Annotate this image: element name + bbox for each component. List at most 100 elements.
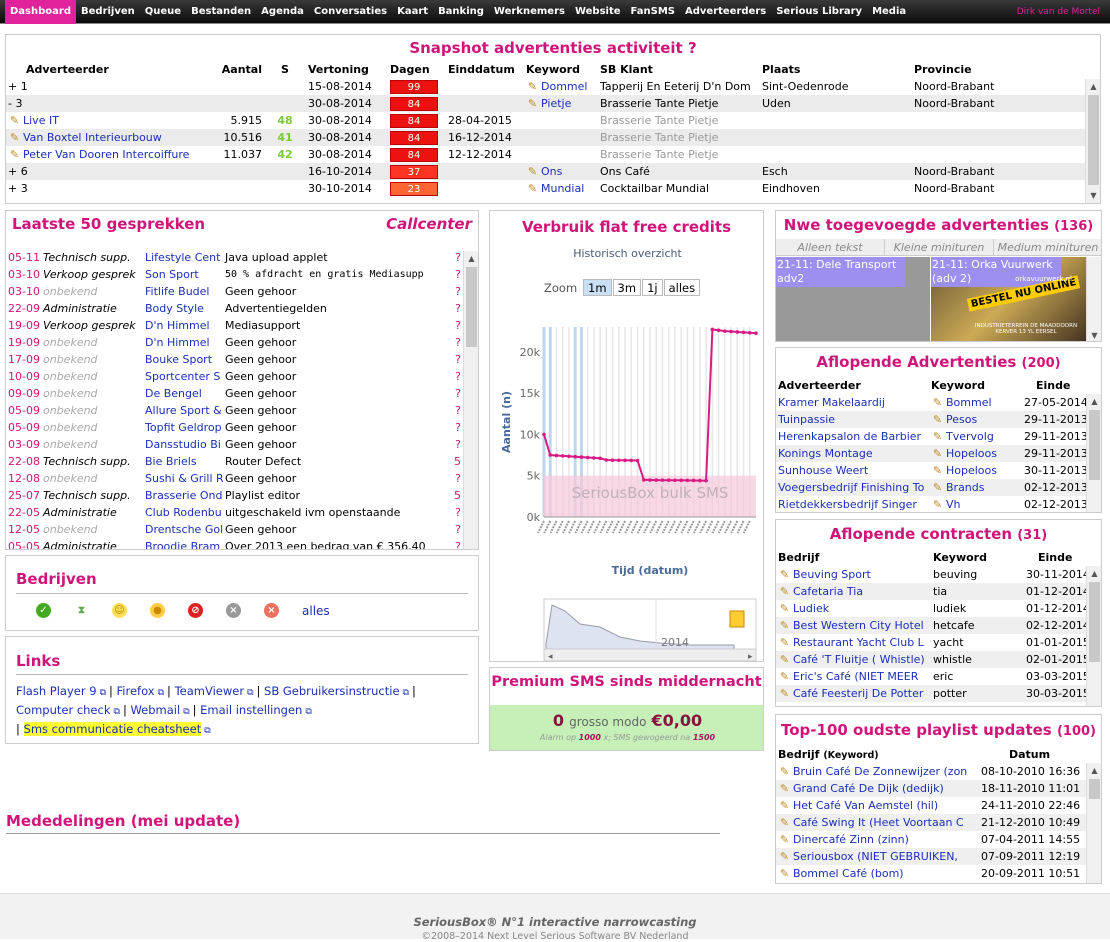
edit-pencil-icon[interactable]: ✎ xyxy=(8,132,21,144)
edit-pencil-icon[interactable]: ✎ xyxy=(931,431,944,443)
link-firefox[interactable]: Firefox xyxy=(117,684,155,698)
company-link[interactable]: Seriousbox (NIET GEBRUIKEN, xyxy=(793,850,958,863)
link-computer-check[interactable]: Computer check xyxy=(16,703,111,717)
table-row[interactable]: ✎ Beuving Sport beuving 30-11-2014 xyxy=(776,566,1088,583)
gesprek-status[interactable]: ? xyxy=(451,521,463,538)
keyword-link[interactable]: Pietje xyxy=(541,97,571,110)
table-row[interactable]: ✎ Ludiek ludiek 01-12-2014 xyxy=(776,600,1088,617)
gesprek-status[interactable]: ? xyxy=(451,249,463,266)
company-link[interactable]: Eric's Café (NIET MEER xyxy=(793,670,918,683)
scroll-up-icon[interactable]: ▲ xyxy=(1087,394,1101,409)
table-row[interactable]: ✎ Eric's Café (NIET MEER eric 03-03-2015 xyxy=(776,668,1088,685)
company-link[interactable]: Bommel Café (bom) xyxy=(793,867,904,880)
company-link[interactable]: Restaurant Yacht Club L xyxy=(793,636,924,649)
edit-pencil-icon[interactable]: ✎ xyxy=(8,115,21,127)
company-link[interactable]: Tuinpassie xyxy=(778,413,835,426)
table-row[interactable]: ✎ Bommel Café (bom) 20-09-2011 10:51 xyxy=(776,865,1088,882)
nav-item-kaart[interactable]: Kaart xyxy=(392,0,433,24)
scroll-down-icon[interactable]: ▼ xyxy=(1087,328,1101,341)
snapshot-row[interactable]: + 6 16-10-2014 37 ✎ Ons Ons Café Esch Noord-Bra… xyxy=(6,163,1086,180)
gesprek-bedrijf-link[interactable]: Sushi & Grill R xyxy=(143,470,223,487)
table-row[interactable]: ✎ Dinercafé Zinn (zinn) 07-04-2011 14:55 xyxy=(776,831,1088,848)
edit-pencil-icon[interactable]: ✎ xyxy=(778,569,791,581)
edit-pencil-icon[interactable]: ✎ xyxy=(778,766,791,778)
gesprek-bedrijf-link[interactable]: Bie Briels xyxy=(143,453,223,470)
table-row[interactable]: ✎ Café 'T Fluitje ( Whistle) whistle 02-01-… xyxy=(776,651,1088,668)
keyword-link[interactable]: Hopeloos xyxy=(946,447,997,460)
red-x-icon[interactable]: × xyxy=(264,603,279,618)
edit-pencil-icon[interactable]: ✎ xyxy=(526,166,539,178)
edit-pencil-icon[interactable]: ✎ xyxy=(778,851,791,863)
edit-pencil-icon[interactable]: ✎ xyxy=(931,397,944,409)
gesprek-row[interactable]: 22-09 Administratie Body Style Advertentieg… xyxy=(6,300,463,317)
table-row[interactable]: Sunhouse Weert ✎ Hopeloos 30-11-2013 xyxy=(776,462,1088,479)
nav-item-serious-library[interactable]: Serious Library xyxy=(771,0,867,24)
smile-icon[interactable]: ☺ xyxy=(112,603,127,618)
keyword-link[interactable]: Vh xyxy=(946,498,961,511)
gesprek-status[interactable]: ? xyxy=(451,470,463,487)
nav-item-dashboard[interactable]: Dashboard xyxy=(5,0,76,24)
scroll-down-icon[interactable]: ▼ xyxy=(1086,188,1100,203)
gesprek-row[interactable]: 03-10 Verkoop gesprek Son Sport 50 % afdrac… xyxy=(6,266,463,283)
thumbnail-dele-transport[interactable]: 21-11: Dele Transport adv2 xyxy=(776,257,930,341)
company-link[interactable]: Café Feesterij De Potter xyxy=(793,687,923,700)
gesprek-status[interactable]: ? xyxy=(451,504,463,521)
gesprek-row[interactable]: 03-10 onbekend Fitlife Budel Geen gehoor? xyxy=(6,283,463,300)
gesprek-status[interactable]: 5 xyxy=(451,453,463,470)
forbidden-icon[interactable]: ⊘ xyxy=(188,603,203,618)
nwe-scrollbar[interactable]: ▼ xyxy=(1086,257,1101,341)
hourglass-icon[interactable]: ⧗ xyxy=(74,603,89,618)
edit-pencil-icon[interactable]: ✎ xyxy=(778,783,791,795)
keyword-link[interactable]: Hopeloos xyxy=(946,464,997,477)
company-link[interactable]: Best Western City Hotel xyxy=(793,619,924,632)
gesprek-row[interactable]: 03-09 onbekend Dansstudio Bi Geen gehoor? xyxy=(6,436,463,453)
gesprek-bedrijf-link[interactable]: D'n Himmel xyxy=(143,334,223,351)
gesprek-status[interactable]: ? xyxy=(451,317,463,334)
edit-pencil-icon[interactable]: ✎ xyxy=(778,688,791,700)
keyword-link[interactable]: Mundial xyxy=(541,182,584,195)
keyword-link[interactable]: Tvervolg xyxy=(946,430,994,443)
edit-pencil-icon[interactable]: ✎ xyxy=(778,654,791,666)
company-link[interactable]: Dinercafé Zinn (zinn) xyxy=(793,833,909,846)
group-toggle[interactable]: + 6 xyxy=(8,165,28,178)
gesprek-row[interactable]: 25-07 Technisch supp. Brasserie Ond Playlis… xyxy=(6,487,463,504)
zoom-3m-button[interactable]: 3m xyxy=(612,279,642,296)
company-link[interactable]: Voegersbedrijf Finishing To xyxy=(778,481,924,494)
link-flash-player-9[interactable]: Flash Player 9 xyxy=(16,684,97,698)
company-link[interactable]: Herenkapsalon de Barbier xyxy=(778,430,921,443)
nwe-tab[interactable]: Alleen tekst xyxy=(776,239,885,255)
gesprek-row[interactable]: 12-05 onbekend Drentsche Gol Geen gehoor? xyxy=(6,521,463,538)
gesprek-bedrijf-link[interactable]: Body Style xyxy=(143,300,223,317)
gesprek-status[interactable]: ? xyxy=(451,385,463,402)
gesprek-bedrijf-link[interactable]: D'n Himmel xyxy=(143,317,223,334)
snapshot-row[interactable]: ✎ Live IT 5.915 48 30-08-2014 84 28-04-2015 Bra… xyxy=(6,112,1086,129)
callcenter-link[interactable]: Callcenter xyxy=(386,215,472,233)
zoom-alles-button[interactable]: alles xyxy=(663,279,701,296)
snapshot-scrollbar[interactable]: ▲ ▼ xyxy=(1085,79,1100,203)
edit-pencil-icon[interactable]: ✎ xyxy=(778,637,791,649)
bedrijven-alles-link[interactable]: alles xyxy=(302,604,330,618)
edit-pencil-icon[interactable]: ✎ xyxy=(8,149,21,161)
check-icon[interactable]: ✓ xyxy=(36,603,51,618)
advertiser-link[interactable]: Live IT xyxy=(23,114,59,127)
table-row[interactable]: ✎ Bruin Café De Zonnewijzer (zon 08-10-201… xyxy=(776,763,1088,780)
gesprek-status[interactable]: ? xyxy=(451,538,463,549)
aflopend-con-scrollbar[interactable]: ▲ xyxy=(1086,566,1101,706)
nav-item-fansms[interactable]: FanSMS xyxy=(626,0,680,24)
group-toggle[interactable]: + 1 xyxy=(8,80,28,93)
edit-pencil-icon[interactable]: ✎ xyxy=(931,499,944,511)
gesprek-status[interactable]: ? xyxy=(451,402,463,419)
link-webmail[interactable]: Webmail xyxy=(130,703,180,717)
scroll-up-icon[interactable]: ▲ xyxy=(1087,763,1101,778)
company-link[interactable]: Konings Montage xyxy=(778,447,873,460)
table-row[interactable]: ✎ Grand Café De Dijk (dedijk) 18-11-2010 1… xyxy=(776,780,1088,797)
edit-pencil-icon[interactable]: ✎ xyxy=(526,183,539,195)
edit-pencil-icon[interactable]: ✎ xyxy=(931,465,944,477)
gesprek-row[interactable]: 12-08 onbekend Sushi & Grill R Geen gehoor? xyxy=(6,470,463,487)
edit-pencil-icon[interactable]: ✎ xyxy=(778,868,791,880)
keyword-link[interactable]: Brands xyxy=(946,481,985,494)
edit-pencil-icon[interactable]: ✎ xyxy=(526,81,539,93)
thumbnail-orka-vuurwerk[interactable]: 21-11: Orka Vuurwerk (adv 2) BESTEL NU O… xyxy=(931,257,1086,341)
snapshot-row[interactable]: - 3 30-08-2014 84 ✎ Pietje Brasserie Tante Pi… xyxy=(6,95,1086,112)
advertiser-link[interactable]: Peter Van Dooren Intercoiffure xyxy=(23,148,189,161)
